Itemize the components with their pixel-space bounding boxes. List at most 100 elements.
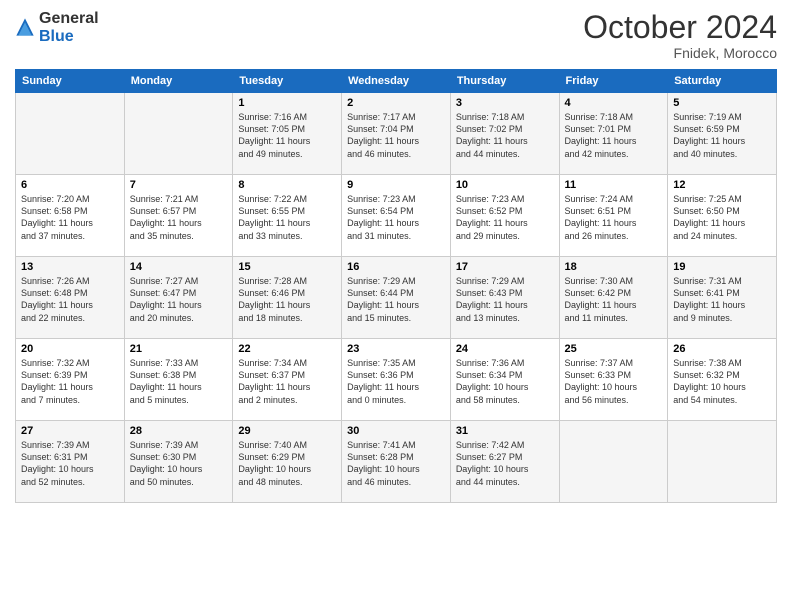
col-wednesday: Wednesday — [342, 70, 451, 93]
table-row: 16 Sunrise: 7:29 AM Sunset: 6:44 PM Dayli… — [342, 257, 451, 339]
day-info: Sunrise: 7:20 AM Sunset: 6:58 PM Dayligh… — [21, 193, 119, 242]
calendar-table: Sunday Monday Tuesday Wednesday Thursday… — [15, 69, 777, 503]
table-row: 28 Sunrise: 7:39 AM Sunset: 6:30 PM Dayli… — [124, 421, 233, 503]
day-number: 31 — [456, 425, 554, 437]
table-row: 4 Sunrise: 7:18 AM Sunset: 7:01 PM Daylig… — [559, 93, 668, 175]
day-info: Sunrise: 7:40 AM Sunset: 6:29 PM Dayligh… — [238, 439, 336, 488]
day-info: Sunrise: 7:18 AM Sunset: 7:02 PM Dayligh… — [456, 111, 554, 160]
day-number: 24 — [456, 343, 554, 355]
day-info: Sunrise: 7:41 AM Sunset: 6:28 PM Dayligh… — [347, 439, 445, 488]
day-number: 26 — [673, 343, 771, 355]
table-row: 20 Sunrise: 7:32 AM Sunset: 6:39 PM Dayli… — [16, 339, 125, 421]
col-monday: Monday — [124, 70, 233, 93]
table-row: 15 Sunrise: 7:28 AM Sunset: 6:46 PM Dayli… — [233, 257, 342, 339]
table-row: 1Sunrise: 7:16 AM Sunset: 7:05 PM Daylig… — [233, 93, 342, 175]
day-info: Sunrise: 7:31 AM Sunset: 6:41 PM Dayligh… — [673, 275, 771, 324]
day-number: 20 — [21, 343, 119, 355]
day-number: 11 — [565, 179, 663, 191]
table-row: 11 Sunrise: 7:24 AM Sunset: 6:51 PM Dayli… — [559, 175, 668, 257]
day-number: 1 — [238, 97, 336, 109]
table-row: 31 Sunrise: 7:42 AM Sunset: 6:27 PM Dayli… — [450, 421, 559, 503]
day-number: 8 — [238, 179, 336, 191]
table-row: 25Sunrise: 7:37 AM Sunset: 6:33 PM Dayli… — [559, 339, 668, 421]
day-info: Sunrise: 7:36 AM Sunset: 6:34 PM Dayligh… — [456, 357, 554, 406]
col-tuesday: Tuesday — [233, 70, 342, 93]
day-info: Sunrise: 7:34 AM Sunset: 6:37 PM Dayligh… — [238, 357, 336, 406]
day-info: Sunrise: 7:18 AM Sunset: 7:01 PM Dayligh… — [565, 111, 663, 160]
table-row: 30 Sunrise: 7:41 AM Sunset: 6:28 PM Dayli… — [342, 421, 451, 503]
table-row — [16, 93, 125, 175]
day-number: 29 — [238, 425, 336, 437]
table-row — [668, 421, 777, 503]
day-number: 7 — [130, 179, 228, 191]
logo-icon — [15, 17, 35, 37]
day-info: Sunrise: 7:30 AM Sunset: 6:42 PM Dayligh… — [565, 275, 663, 324]
table-row: 17Sunrise: 7:29 AM Sunset: 6:43 PM Dayli… — [450, 257, 559, 339]
day-number: 23 — [347, 343, 445, 355]
month-title: October 2024 — [583, 10, 777, 45]
day-info: Sunrise: 7:35 AM Sunset: 6:36 PM Dayligh… — [347, 357, 445, 406]
calendar-week-4: 20 Sunrise: 7:32 AM Sunset: 6:39 PM Dayli… — [16, 339, 777, 421]
day-info: Sunrise: 7:37 AM Sunset: 6:33 PM Dayligh… — [565, 357, 663, 406]
calendar-week-2: 6 Sunrise: 7:20 AM Sunset: 6:58 PM Daylig… — [16, 175, 777, 257]
day-info: Sunrise: 7:39 AM Sunset: 6:30 PM Dayligh… — [130, 439, 228, 488]
day-number: 15 — [238, 261, 336, 273]
day-info: Sunrise: 7:19 AM Sunset: 6:59 PM Dayligh… — [673, 111, 771, 160]
table-row: 9Sunrise: 7:23 AM Sunset: 6:54 PM Daylig… — [342, 175, 451, 257]
day-number: 13 — [21, 261, 119, 273]
table-row: 2 Sunrise: 7:17 AM Sunset: 7:04 PM Daylig… — [342, 93, 451, 175]
page: General Blue October 2024 Fnidek, Morocc… — [0, 0, 792, 612]
table-row: 8 Sunrise: 7:22 AM Sunset: 6:55 PM Daylig… — [233, 175, 342, 257]
table-row: 7 Sunrise: 7:21 AM Sunset: 6:57 PM Daylig… — [124, 175, 233, 257]
col-thursday: Thursday — [450, 70, 559, 93]
day-number: 22 — [238, 343, 336, 355]
table-row: 24 Sunrise: 7:36 AM Sunset: 6:34 PM Dayli… — [450, 339, 559, 421]
table-row: 27Sunrise: 7:39 AM Sunset: 6:31 PM Dayli… — [16, 421, 125, 503]
table-row: 19Sunrise: 7:31 AM Sunset: 6:41 PM Dayli… — [668, 257, 777, 339]
day-number: 5 — [673, 97, 771, 109]
table-row: 10Sunrise: 7:23 AM Sunset: 6:52 PM Dayli… — [450, 175, 559, 257]
table-row: 23 Sunrise: 7:35 AM Sunset: 6:36 PM Dayli… — [342, 339, 451, 421]
col-saturday: Saturday — [668, 70, 777, 93]
table-row: 6 Sunrise: 7:20 AM Sunset: 6:58 PM Daylig… — [16, 175, 125, 257]
day-number: 2 — [347, 97, 445, 109]
day-info: Sunrise: 7:27 AM Sunset: 6:47 PM Dayligh… — [130, 275, 228, 324]
table-row: 3 Sunrise: 7:18 AM Sunset: 7:02 PM Daylig… — [450, 93, 559, 175]
day-number: 28 — [130, 425, 228, 437]
day-info: Sunrise: 7:25 AM Sunset: 6:50 PM Dayligh… — [673, 193, 771, 242]
day-number: 21 — [130, 343, 228, 355]
day-info: Sunrise: 7:23 AM Sunset: 6:54 PM Dayligh… — [347, 193, 445, 242]
day-info: Sunrise: 7:24 AM Sunset: 6:51 PM Dayligh… — [565, 193, 663, 242]
day-info: Sunrise: 7:28 AM Sunset: 6:46 PM Dayligh… — [238, 275, 336, 324]
day-info: Sunrise: 7:23 AM Sunset: 6:52 PM Dayligh… — [456, 193, 554, 242]
location: Fnidek, Morocco — [583, 45, 777, 61]
day-info: Sunrise: 7:17 AM Sunset: 7:04 PM Dayligh… — [347, 111, 445, 160]
day-number: 14 — [130, 261, 228, 273]
day-info: Sunrise: 7:42 AM Sunset: 6:27 PM Dayligh… — [456, 439, 554, 488]
day-info: Sunrise: 7:29 AM Sunset: 6:43 PM Dayligh… — [456, 275, 554, 324]
logo-general: General — [39, 10, 99, 28]
day-number: 18 — [565, 261, 663, 273]
day-info: Sunrise: 7:39 AM Sunset: 6:31 PM Dayligh… — [21, 439, 119, 488]
logo-text: General Blue — [39, 10, 99, 45]
day-info: Sunrise: 7:22 AM Sunset: 6:55 PM Dayligh… — [238, 193, 336, 242]
calendar-week-5: 27Sunrise: 7:39 AM Sunset: 6:31 PM Dayli… — [16, 421, 777, 503]
title-block: October 2024 Fnidek, Morocco — [583, 10, 777, 61]
table-row — [124, 93, 233, 175]
day-info: Sunrise: 7:21 AM Sunset: 6:57 PM Dayligh… — [130, 193, 228, 242]
day-number: 16 — [347, 261, 445, 273]
header: General Blue October 2024 Fnidek, Morocc… — [15, 10, 777, 61]
table-row: 13 Sunrise: 7:26 AM Sunset: 6:48 PM Dayli… — [16, 257, 125, 339]
calendar-week-3: 13 Sunrise: 7:26 AM Sunset: 6:48 PM Dayli… — [16, 257, 777, 339]
day-info: Sunrise: 7:29 AM Sunset: 6:44 PM Dayligh… — [347, 275, 445, 324]
calendar-week-1: 1Sunrise: 7:16 AM Sunset: 7:05 PM Daylig… — [16, 93, 777, 175]
day-number: 30 — [347, 425, 445, 437]
table-row: 14 Sunrise: 7:27 AM Sunset: 6:47 PM Dayli… — [124, 257, 233, 339]
table-row: 12Sunrise: 7:25 AM Sunset: 6:50 PM Dayli… — [668, 175, 777, 257]
day-number: 4 — [565, 97, 663, 109]
day-info: Sunrise: 7:26 AM Sunset: 6:48 PM Dayligh… — [21, 275, 119, 324]
day-number: 6 — [21, 179, 119, 191]
day-info: Sunrise: 7:32 AM Sunset: 6:39 PM Dayligh… — [21, 357, 119, 406]
day-number: 3 — [456, 97, 554, 109]
col-sunday: Sunday — [16, 70, 125, 93]
